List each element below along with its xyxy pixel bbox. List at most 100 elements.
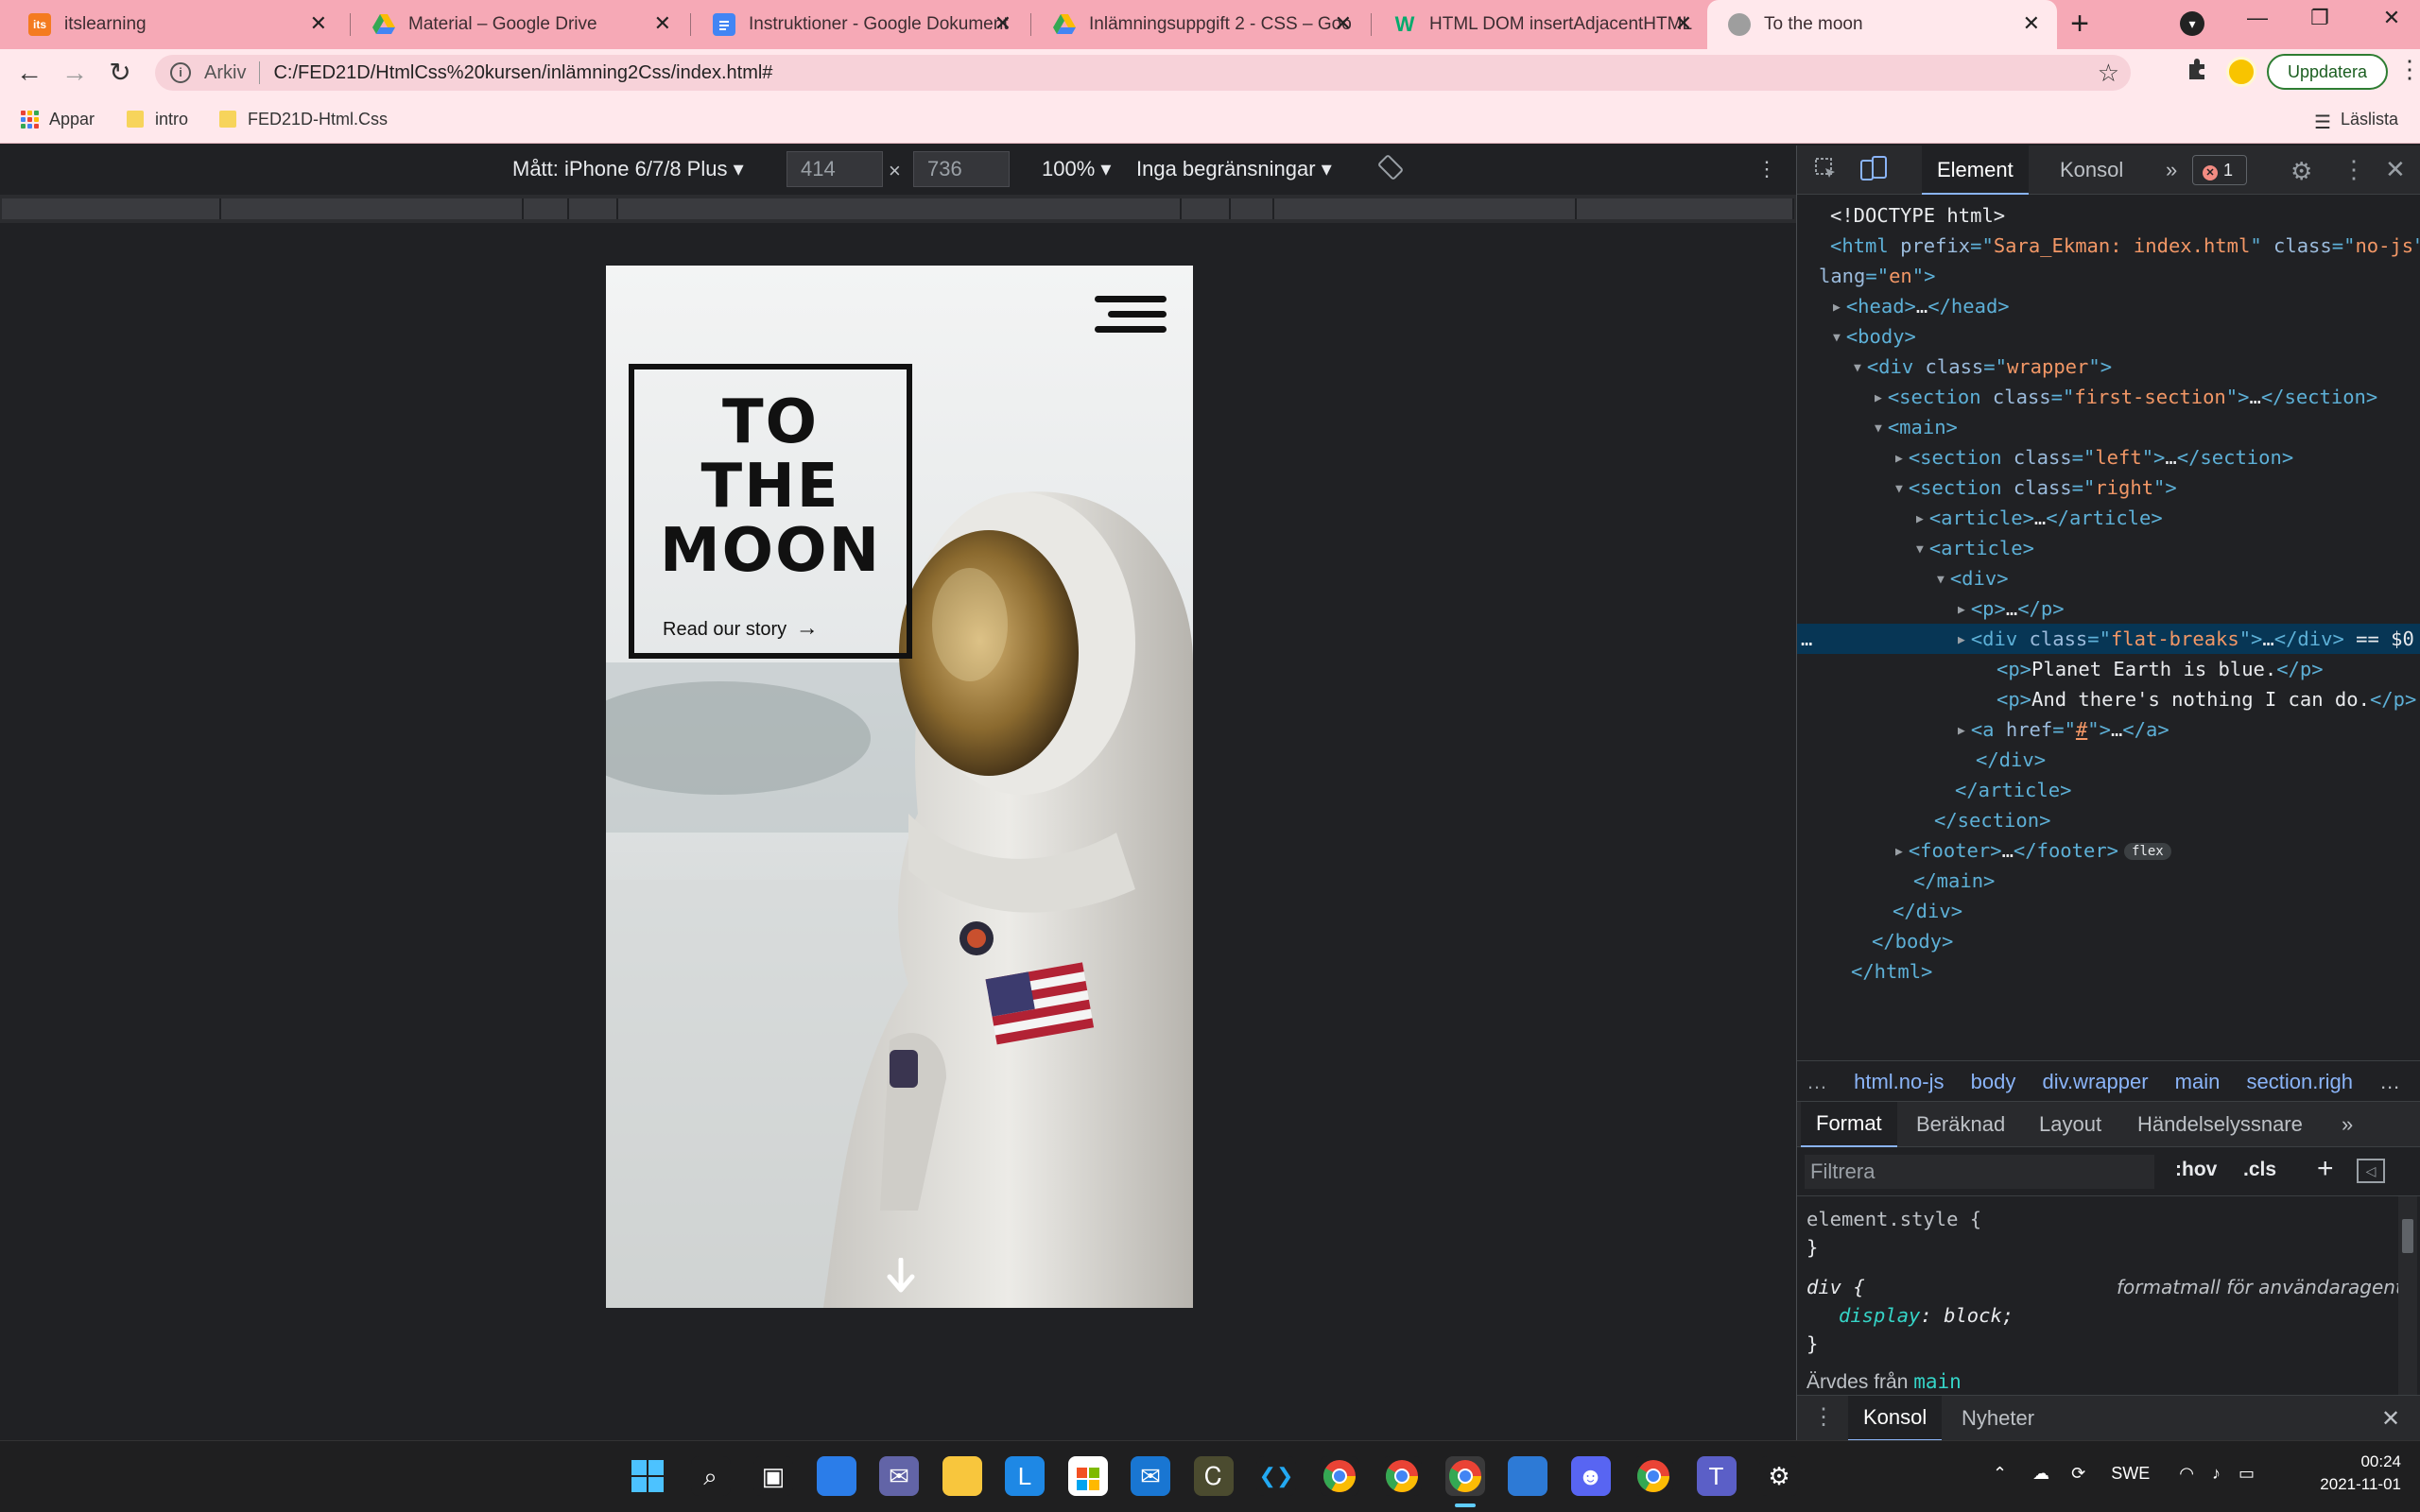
tab-computed[interactable]: Beräknad xyxy=(1901,1102,2020,1147)
expand-triangle-icon[interactable]: ▶ xyxy=(1958,603,1965,617)
more-tabs-icon[interactable]: » xyxy=(2151,146,2192,195)
drawer-close-icon[interactable]: ✕ xyxy=(2381,1405,2400,1433)
photos-icon[interactable] xyxy=(1508,1456,1547,1496)
microsoft-store-icon[interactable] xyxy=(1067,1456,1108,1496)
breadcrumb-more[interactable]: … xyxy=(2379,1070,2400,1093)
breadcrumb-item[interactable]: div.wrapper xyxy=(2042,1070,2148,1093)
dom-node[interactable]: <!DOCTYPE html> xyxy=(1797,200,2420,231)
dom-node[interactable]: ▶ <footer>…</footer> flex xyxy=(1797,835,2420,866)
expand-triangle-icon[interactable]: ▶ xyxy=(1958,633,1965,647)
tab-console[interactable]: Konsol xyxy=(2045,146,2138,195)
device-select[interactable]: Mått: iPhone 6/7/8 Plus ▾ xyxy=(512,157,744,181)
tab-itslearning[interactable]: its itslearning ✕ xyxy=(8,0,344,49)
dom-node[interactable]: ▼ <div class="wrapper"> xyxy=(1797,352,2420,382)
collapse-triangle-icon[interactable]: ▼ xyxy=(1937,573,1945,587)
drawer-menu-icon[interactable]: ⋮ xyxy=(1812,1403,1835,1431)
height-input[interactable]: 736 xyxy=(913,151,1010,187)
language-indicator[interactable]: SWE xyxy=(2111,1464,2150,1483)
node-actions-icon[interactable]: … xyxy=(1801,624,1812,654)
dom-node[interactable]: ▶ <article>…</article> xyxy=(1797,503,2420,533)
dom-node[interactable]: ▼ <body> xyxy=(1797,321,2420,352)
devtools-close-icon[interactable]: ✕ xyxy=(2385,155,2406,184)
battery-icon[interactable]: ▭ xyxy=(2238,1464,2255,1483)
media-query-ruler[interactable] xyxy=(0,195,1796,223)
chevron-up-icon[interactable]: ⌃ xyxy=(1993,1464,2007,1483)
tab-styles[interactable]: Format xyxy=(1801,1102,1897,1147)
dom-node[interactable]: ▼ <div> xyxy=(1797,563,2420,593)
add-rule-icon[interactable]: + xyxy=(2317,1153,2334,1185)
dom-node[interactable]: </html> xyxy=(1797,956,2420,987)
dom-node[interactable]: ▶ <section class="first-section">…</secti… xyxy=(1797,382,2420,412)
back-icon[interactable]: ← xyxy=(13,57,45,89)
expand-triangle-icon[interactable]: ▶ xyxy=(1895,845,1903,859)
breadcrumb-item[interactable]: main xyxy=(2175,1070,2221,1093)
dom-node[interactable]: <p>And there's nothing I can do.</p> xyxy=(1797,684,2420,714)
dom-node[interactable]: </main> xyxy=(1797,866,2420,896)
tab-to-the-moon[interactable]: To the moon ✕ xyxy=(1707,0,2057,49)
dom-node[interactable]: ▼ <main> xyxy=(1797,412,2420,442)
dom-node[interactable]: lang="en"> xyxy=(1797,261,2420,291)
tab-google-drive[interactable]: Material – Google Drive ✕ xyxy=(352,0,688,49)
profile-avatar[interactable] xyxy=(2226,57,2256,87)
sidebar-toggle-icon[interactable]: ◁ xyxy=(2357,1159,2385,1183)
dom-node[interactable]: ▶ <a href="#">…</a> xyxy=(1797,714,2420,745)
breadcrumb-item[interactable]: section.righ xyxy=(2246,1070,2353,1093)
tab-elements[interactable]: Element xyxy=(1922,146,2029,195)
clock[interactable]: 00:24 2021-11-01 xyxy=(2307,1451,2401,1496)
vs-code-icon[interactable]: ❮❯ xyxy=(1256,1456,1296,1496)
cls-toggle[interactable]: .cls xyxy=(2243,1159,2276,1181)
breadcrumb-item[interactable]: body xyxy=(1971,1070,2016,1093)
expand-triangle-icon[interactable]: ▶ xyxy=(1916,512,1924,526)
breadcrumb-item[interactable]: html.no-js xyxy=(1854,1070,1944,1093)
devtools-menu-icon[interactable]: ⋮ xyxy=(2342,155,2366,184)
expand-triangle-icon[interactable]: ▶ xyxy=(1895,452,1903,466)
file-explorer-icon[interactable] xyxy=(942,1456,982,1496)
drawer-tab-console[interactable]: Konsol xyxy=(1848,1396,1943,1441)
widgets-icon[interactable] xyxy=(816,1456,856,1496)
volume-icon[interactable]: ♪ xyxy=(2212,1464,2221,1483)
dom-node[interactable]: </div> xyxy=(1797,896,2420,926)
discord-icon[interactable]: ☻ xyxy=(1570,1456,1611,1496)
info-icon[interactable]: i xyxy=(170,62,191,83)
update-button[interactable]: Uppdatera xyxy=(2267,54,2388,90)
close-icon[interactable]: ✕ xyxy=(1335,13,1352,34)
more-style-tabs-icon[interactable]: » xyxy=(2326,1102,2368,1147)
scroll-down-arrow-icon[interactable] xyxy=(886,1257,916,1294)
dom-node[interactable]: ▼ <section class="right"> xyxy=(1797,472,2420,503)
close-icon[interactable]: ✕ xyxy=(310,13,327,34)
hov-toggle[interactable]: :hov xyxy=(2175,1159,2217,1181)
reading-list[interactable]: ☰ Läslista xyxy=(2314,96,2398,142)
error-badge[interactable]: ✕ 1 xyxy=(2192,155,2247,185)
dom-node-selected[interactable]: … ▶ <div class="flat-breaks">…</div> == $0 xyxy=(1797,624,2420,654)
wifi-icon[interactable]: ◠ xyxy=(2179,1464,2194,1483)
read-story-link[interactable]: Read our story → xyxy=(663,615,819,642)
chrome-menu-icon[interactable]: ⋮ xyxy=(2397,55,2420,84)
bookmark-star-icon[interactable]: ☆ xyxy=(2098,59,2119,88)
url-text[interactable]: C:/FED21D/HtmlCss%20kursen/inlämning2Css… xyxy=(273,62,772,84)
throttle-select[interactable]: Inga begränsningar ▾ xyxy=(1136,157,1332,181)
dom-node[interactable]: ▶ <p>…</p> xyxy=(1797,593,2420,624)
chrome-profile-icon[interactable] xyxy=(1382,1456,1422,1496)
dom-node[interactable]: </section> xyxy=(1797,805,2420,835)
device-menu-icon[interactable]: ⋮ xyxy=(1756,157,1777,181)
dom-node[interactable]: </article> xyxy=(1797,775,2420,805)
flex-badge[interactable]: flex xyxy=(2124,843,2171,860)
search-icon[interactable]: ⌕ xyxy=(690,1456,731,1496)
collapse-triangle-icon[interactable]: ▼ xyxy=(1833,331,1841,345)
l-app-icon[interactable]: L xyxy=(1005,1456,1045,1496)
dom-node[interactable]: ▼ <article> xyxy=(1797,533,2420,563)
minimize-icon[interactable]: — xyxy=(2229,6,2286,38)
mail-icon[interactable]: ✉ xyxy=(1131,1456,1170,1496)
forward-icon[interactable]: → xyxy=(59,57,91,89)
collapse-triangle-icon[interactable]: ▼ xyxy=(1916,542,1924,557)
breadcrumb-more[interactable]: … xyxy=(1806,1070,1827,1093)
chrome-profile-2-icon[interactable] xyxy=(1634,1456,1673,1496)
address-bar[interactable]: i Arkiv C:/FED21D/HtmlCss%20kursen/inläm… xyxy=(155,55,2131,91)
dom-tree[interactable]: <!DOCTYPE html> <html prefix="Sara_Ekman:… xyxy=(1797,195,2420,1041)
window-close-icon[interactable]: ✕ xyxy=(2363,6,2420,38)
chrome-active-icon[interactable] xyxy=(1444,1456,1485,1496)
inherited-from-link[interactable]: main xyxy=(1913,1370,1962,1393)
element-style-selector[interactable]: element.style { xyxy=(1806,1208,1981,1230)
dom-node[interactable]: <html prefix="Sara_Ekman: index.html" cl… xyxy=(1797,231,2420,261)
device-toggle-icon[interactable] xyxy=(1859,155,1888,188)
